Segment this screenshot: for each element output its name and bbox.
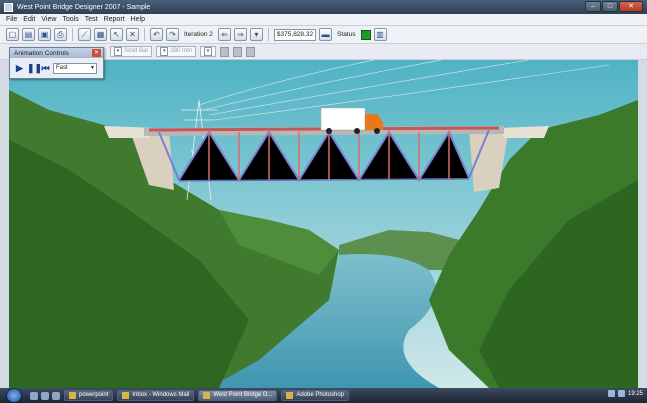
speed-select[interactable]: Fast ▼ — [53, 62, 97, 74]
undo-icon[interactable]: ↶ — [150, 28, 163, 41]
taskbar-item-label: Inbox - Windows Mail — [132, 392, 190, 398]
window-controls: – □ ✕ — [585, 1, 643, 12]
taskbar-item-label: Adobe Photoshop — [296, 392, 345, 398]
save-icon[interactable]: ▣ — [38, 28, 51, 41]
quick-launch — [30, 391, 60, 400]
load-test-icon[interactable]: ▦ — [94, 28, 107, 41]
chevron-down-icon: ▾ — [160, 47, 169, 56]
menu-bar: File Edit View Tools Test Report Help — [0, 14, 647, 26]
system-tray: 19:25 — [607, 390, 643, 397]
toolbar-divider — [144, 28, 145, 41]
grid-icon[interactable]: ▥ — [373, 28, 387, 41]
truck-wheel — [374, 128, 380, 134]
taskbar-item-mail[interactable]: Inbox - Windows Mail — [117, 390, 195, 401]
open-folder-icon[interactable]: ▤ — [22, 28, 35, 41]
maximize-button[interactable]: □ — [602, 1, 618, 12]
bridge-animation-view[interactable] — [9, 60, 638, 388]
speed-value: Fast — [56, 64, 68, 71]
menu-file[interactable]: File — [6, 16, 17, 23]
start-button[interactable] — [6, 388, 22, 403]
menu-edit[interactable]: Edit — [23, 16, 35, 23]
taskbar: powerpoint Inbox - Windows Mail West Poi… — [0, 388, 647, 403]
close-button[interactable]: ✕ — [619, 1, 643, 12]
iteration-back-icon[interactable]: ⇐ — [217, 28, 231, 41]
size-dropdown[interactable]: ▾ 280 mm — [156, 46, 197, 57]
toolbar-divider — [267, 28, 269, 41]
photoshop-icon — [286, 392, 294, 399]
bridge-app-icon — [203, 392, 211, 399]
print-icon[interactable]: ⎙ — [54, 28, 67, 41]
iteration-forward-icon[interactable]: ⇒ — [233, 28, 247, 41]
iteration-menu-icon[interactable]: ▾ — [249, 28, 263, 41]
menu-view[interactable]: View — [41, 16, 56, 23]
chevron-down-icon: ▾ — [114, 47, 122, 56]
volume-icon[interactable] — [617, 390, 625, 397]
menu-help[interactable]: Help — [131, 16, 145, 23]
animation-controls-body: ▶ ❚❚ ⏮ Fast ▼ — [10, 58, 103, 78]
cost-report-icon[interactable]: ▬ — [319, 28, 333, 41]
status-indicator-icon — [360, 29, 371, 40]
menu-tools[interactable]: Tools — [62, 16, 78, 23]
animation-controls-panel: Animation Controls ✕ ▶ ❚❚ ⏮ Fast ▼ — [9, 47, 104, 79]
browser-icon[interactable] — [52, 391, 60, 400]
size-value: 280 mm — [170, 48, 193, 54]
minimize-button[interactable]: – — [585, 1, 601, 12]
rewind-icon[interactable]: ⏮ — [40, 62, 51, 74]
pause-icon[interactable]: ❚❚ — [27, 62, 42, 74]
taskbar-item-label: West Point Bridge D... — [213, 392, 273, 398]
cost-display: $375,828.32 — [273, 28, 317, 41]
menu-report[interactable]: Report — [104, 16, 125, 23]
window-title: West Point Bridge Designer 2007 - Sample — [17, 3, 151, 11]
animation-controls-title: Animation Controls — [14, 49, 69, 57]
iteration-label: Iteration 2 — [184, 31, 213, 38]
clock[interactable]: 19:25 — [628, 391, 643, 397]
material-value: Solid Bar — [124, 48, 149, 54]
taskbar-item-photoshop[interactable]: Adobe Photoshop — [281, 390, 350, 401]
toolbar-divider — [72, 28, 73, 41]
main-toolbar: ▢ ▤ ▣ ⎙ ⟋ ▦ ↖ ✕ ↶ ↷ Iteration 2 ⇐ ⇒ ▾ $3… — [0, 26, 647, 44]
animation-controls-header[interactable]: Animation Controls ✕ — [10, 48, 103, 58]
design-mode-icon[interactable]: ⟋ — [78, 28, 91, 41]
taskbar-item-bridge-designer[interactable]: West Point Bridge D... — [198, 390, 278, 401]
truck-wheel — [326, 128, 332, 134]
title-bar: West Point Bridge Designer 2007 - Sample… — [0, 0, 647, 14]
play-icon[interactable]: ▶ — [14, 62, 25, 74]
material-dropdown[interactable]: ▾ Solid Bar — [110, 46, 153, 57]
truck-trailer — [320, 107, 366, 131]
chevron-down-icon: ▾ — [204, 47, 213, 56]
taskbar-item-powerpoint[interactable]: powerpoint — [64, 390, 114, 401]
mail-icon — [122, 392, 130, 399]
switch-windows-icon[interactable] — [41, 391, 49, 400]
status-label: Status — [337, 31, 356, 38]
select-icon[interactable]: ↖ — [110, 28, 123, 41]
size-increase-dropdown[interactable]: ▾ — [200, 46, 217, 57]
folder-icon — [69, 392, 76, 399]
member-table-icon[interactable] — [246, 46, 256, 57]
app-icon — [4, 2, 13, 12]
show-desktop-icon[interactable] — [30, 391, 38, 400]
right-approach — [499, 126, 549, 138]
truck-wheel — [354, 128, 360, 134]
network-icon[interactable] — [607, 390, 615, 397]
new-file-icon[interactable]: ▢ — [6, 28, 19, 41]
taskbar-item-label: powerpoint — [79, 392, 109, 398]
menu-test[interactable]: Test — [85, 16, 98, 23]
member-size-down-icon[interactable] — [233, 46, 243, 57]
member-size-up-icon[interactable] — [220, 46, 230, 57]
delete-icon[interactable]: ✕ — [126, 28, 139, 41]
redo-icon[interactable]: ↷ — [166, 28, 179, 41]
chevron-down-icon: ▼ — [90, 64, 95, 71]
scene-canvas — [9, 60, 638, 388]
close-icon[interactable]: ✕ — [92, 49, 101, 57]
